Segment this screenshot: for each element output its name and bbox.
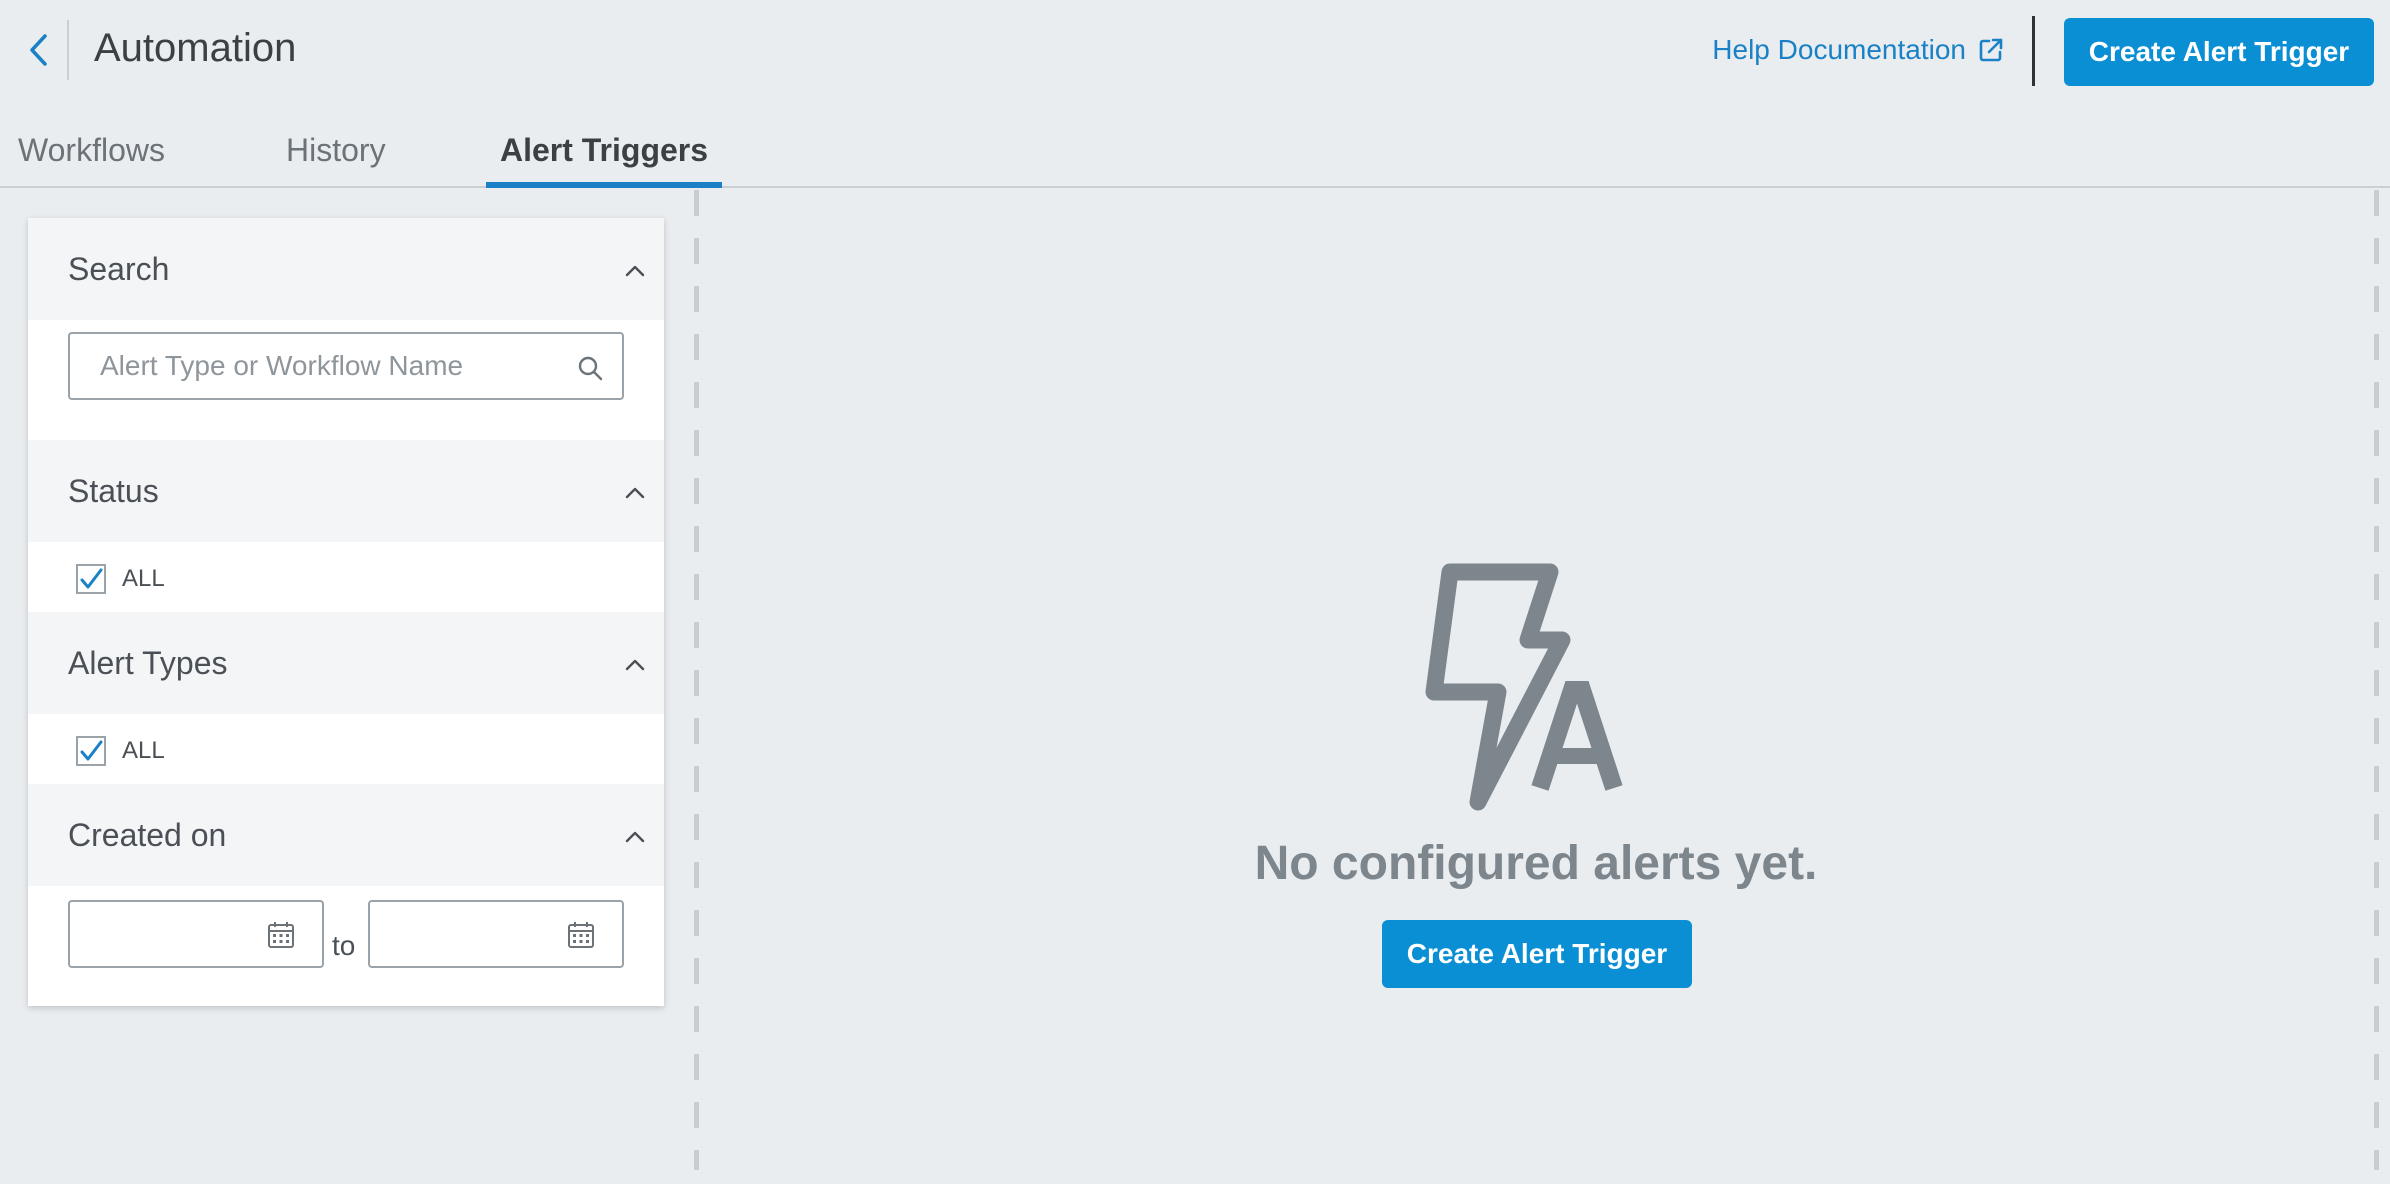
active-tab-indicator	[486, 182, 722, 188]
tab-bar: Workflows History Alert Triggers	[0, 112, 2390, 188]
tab-history[interactable]: History	[286, 126, 386, 174]
external-link-icon	[1979, 38, 2003, 62]
back-button[interactable]	[18, 26, 58, 74]
alert-types-all-checkbox-row[interactable]: ALL	[76, 736, 165, 766]
empty-create-alert-trigger-button[interactable]: Create Alert Trigger	[1382, 920, 1692, 988]
empty-state-message: No configured alerts yet.	[1254, 837, 1818, 890]
calendar-icon[interactable]	[266, 920, 296, 950]
filter-panel: Search Status ALL Alert Types	[28, 218, 664, 1006]
tab-alert-triggers[interactable]: Alert Triggers	[486, 126, 722, 200]
checkmark-icon	[80, 740, 103, 761]
chevron-up-icon	[625, 487, 645, 499]
alert-types-section-header[interactable]: Alert Types	[28, 612, 664, 714]
status-all-checkbox[interactable]	[76, 564, 106, 594]
header-divider	[67, 20, 69, 80]
chevron-up-icon	[625, 265, 645, 277]
status-all-checkbox-row[interactable]: ALL	[76, 564, 165, 594]
chevron-up-icon	[625, 831, 645, 843]
create-alert-trigger-button[interactable]: Create Alert Trigger	[2064, 18, 2374, 86]
help-documentation-link[interactable]: Help Documentation	[1712, 28, 2004, 72]
search-input[interactable]	[98, 344, 558, 388]
help-documentation-label: Help Documentation	[1712, 34, 1966, 65]
created-to-date-input[interactable]	[384, 912, 554, 956]
search-field	[68, 332, 624, 400]
created-from-date-input[interactable]	[84, 912, 254, 956]
alert-types-section-title: Alert Types	[68, 645, 228, 681]
tab-workflows[interactable]: Workflows	[18, 126, 165, 174]
lightning-alert-icon	[1425, 563, 1623, 811]
search-section-header[interactable]: Search	[28, 218, 664, 320]
status-section-title: Status	[68, 473, 159, 509]
created-on-section-header[interactable]: Created on	[28, 784, 664, 886]
alert-types-all-label: ALL	[122, 737, 165, 764]
alert-types-all-checkbox[interactable]	[76, 736, 106, 766]
search-section-title: Search	[68, 251, 170, 287]
checkmark-icon	[80, 568, 103, 589]
status-section-header[interactable]: Status	[28, 440, 664, 542]
content-border-left	[694, 190, 699, 1170]
created-on-section-title: Created on	[68, 817, 227, 853]
chevron-up-icon	[625, 659, 645, 671]
app-header: Automation Help Documentation Create Ale…	[0, 0, 2390, 100]
chevron-left-icon	[30, 34, 47, 66]
status-all-label: ALL	[122, 565, 165, 592]
search-icon[interactable]	[576, 354, 604, 382]
created-to-date-field	[368, 900, 624, 968]
created-from-date-field	[68, 900, 324, 968]
content-border-right	[2374, 190, 2379, 1170]
header-action-divider	[2032, 16, 2035, 86]
page-title: Automation	[94, 26, 297, 70]
date-range-separator: to	[332, 930, 356, 961]
calendar-icon[interactable]	[566, 920, 596, 950]
